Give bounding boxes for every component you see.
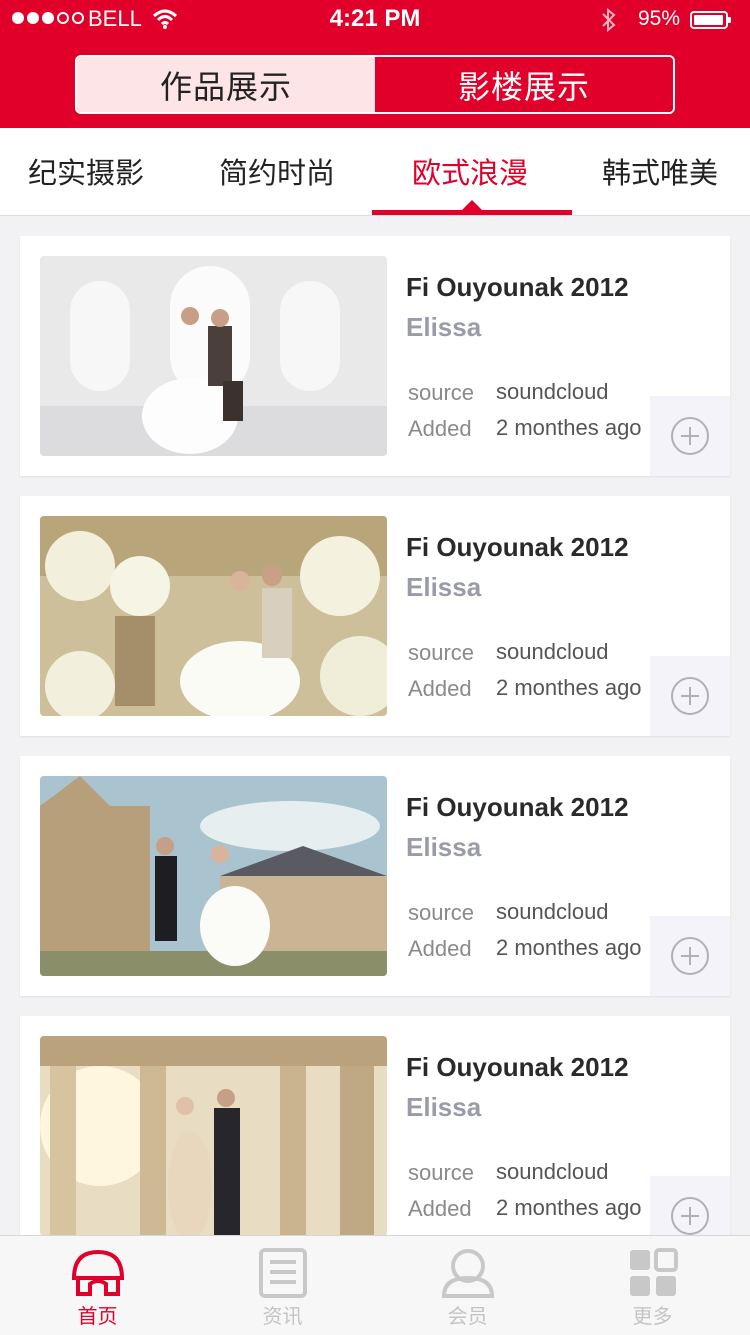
source-label: source	[408, 380, 475, 405]
nav-home-label: 首页	[77, 1304, 118, 1328]
tab-documentary[interactable]: 纪实摄影	[28, 150, 144, 192]
battery-percentage: 95%	[638, 7, 681, 30]
added-label: Added	[408, 676, 472, 701]
card-title: Fi Ouyounak 2012	[406, 272, 629, 302]
source-value: soundcloud	[496, 1159, 609, 1184]
wedding-photo	[40, 256, 387, 456]
bottom-tab-bar: 首页 资讯 会员 更多	[0, 1235, 750, 1335]
home-icon	[70, 1248, 126, 1302]
news-list-icon	[258, 1248, 308, 1302]
card-title: Fi Ouyounak 2012	[406, 1052, 629, 1082]
plus-circle-icon	[671, 937, 709, 975]
wedding-photo	[40, 1036, 387, 1236]
plus-circle-icon	[671, 417, 709, 455]
bluetooth-icon	[600, 7, 618, 37]
segment-works[interactable]: 作品展示	[77, 57, 375, 112]
source-label: source	[408, 640, 475, 665]
nav-more-label: 更多	[632, 1304, 673, 1328]
add-button[interactable]	[650, 916, 730, 996]
list-item[interactable]: Fi Ouyounak 2012 Elissa source soundclou…	[20, 756, 730, 996]
wedding-photo	[40, 776, 387, 976]
card-subtitle: Elissa	[406, 572, 482, 602]
app-header: BELL 4:21 PM 95% 作品展示 影楼展示	[0, 0, 750, 128]
nav-more[interactable]: 更多	[559, 1236, 746, 1335]
tab-european-romance[interactable]: 欧式浪漫	[412, 150, 528, 192]
added-label: Added	[408, 936, 472, 961]
category-tabs: 纪实摄影 简约时尚 欧式浪漫 韩式唯美	[0, 128, 750, 216]
segment-studios[interactable]: 影楼展示	[375, 57, 673, 112]
list-item[interactable]: Fi Ouyounak 2012 Elissa source soundclou…	[20, 496, 730, 736]
add-button[interactable]	[650, 656, 730, 736]
nav-home[interactable]: 首页	[4, 1236, 191, 1335]
card-subtitle: Elissa	[406, 832, 482, 862]
added-label: Added	[408, 1196, 472, 1221]
card-subtitle: Elissa	[406, 1092, 482, 1122]
more-grid-icon	[628, 1248, 678, 1302]
card-title: Fi Ouyounak 2012	[406, 532, 629, 562]
added-value: 2 monthes ago	[496, 415, 642, 440]
battery-fill	[694, 15, 723, 25]
tab-indicator-arrow	[462, 200, 482, 210]
member-icon	[440, 1248, 496, 1302]
nav-member[interactable]: 会员	[374, 1236, 561, 1335]
added-value: 2 monthes ago	[496, 675, 642, 700]
add-button[interactable]	[650, 396, 730, 476]
source-label: source	[408, 900, 475, 925]
source-label: source	[408, 1160, 475, 1185]
plus-circle-icon	[671, 1197, 709, 1235]
battery-icon	[690, 11, 731, 29]
segmented-control: 作品展示 影楼展示	[75, 55, 675, 114]
tab-indicator	[372, 210, 572, 215]
wedding-photo	[40, 516, 387, 716]
list-item[interactable]: Fi Ouyounak 2012 Elissa source soundclou…	[20, 236, 730, 476]
nav-news-label: 资讯	[262, 1304, 303, 1328]
plus-circle-icon	[671, 677, 709, 715]
source-value: soundcloud	[496, 639, 609, 664]
tab-korean-beauty[interactable]: 韩式唯美	[602, 150, 718, 192]
nav-news[interactable]: 资讯	[189, 1236, 376, 1335]
list-item[interactable]: Fi Ouyounak 2012 Elissa source soundclou…	[20, 1016, 730, 1256]
source-value: soundcloud	[496, 379, 609, 404]
added-label: Added	[408, 416, 472, 441]
added-value: 2 monthes ago	[496, 935, 642, 960]
nav-member-label: 会员	[447, 1304, 488, 1328]
status-bar: BELL 4:21 PM 95%	[0, 0, 750, 40]
battery-nub	[728, 17, 731, 23]
added-value: 2 monthes ago	[496, 1195, 642, 1220]
source-value: soundcloud	[496, 899, 609, 924]
card-title: Fi Ouyounak 2012	[406, 792, 629, 822]
tab-simple-fashion[interactable]: 简约时尚	[219, 150, 335, 192]
card-subtitle: Elissa	[406, 312, 482, 342]
